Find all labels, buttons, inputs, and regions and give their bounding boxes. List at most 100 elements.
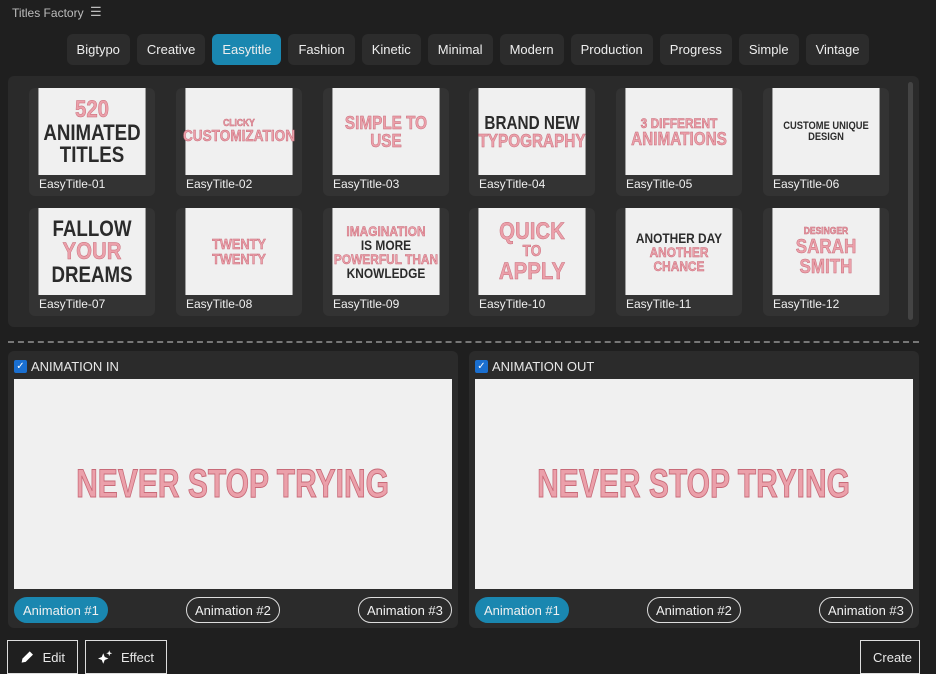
template-thumbnail: CLICKY CUSTOMIZATION xyxy=(182,88,296,175)
template-card[interactable]: ANOTHER DAY ANOTHER CHANCE EasyTitle-11 xyxy=(616,208,742,316)
panel-heading: ANIMATION OUT xyxy=(492,359,595,374)
create-label: Create xyxy=(873,649,913,665)
animation-preview: NEVER STOP TRYING xyxy=(14,379,452,589)
animation-button-1[interactable]: Animation #1 xyxy=(14,597,108,623)
edit-label: Edit xyxy=(42,649,65,665)
template-card[interactable]: DESINGER SARAH SMITH EasyTitle-12 xyxy=(763,208,889,316)
panel-header: ✓ ANIMATION OUT xyxy=(475,359,594,374)
thumbnail-text: KNOWLEDGE xyxy=(346,264,426,281)
thumbnail-text: ANIMATED xyxy=(43,119,141,145)
tab-vintage[interactable]: Vintage xyxy=(805,34,870,65)
thumbnail-text: YOUR xyxy=(62,237,122,265)
sparkle-icon xyxy=(98,650,113,664)
template-thumbnail: TWENTY TWENTY xyxy=(185,208,293,295)
thumbnail-text: QUICK xyxy=(499,217,565,245)
divider xyxy=(8,341,919,343)
template-thumbnail: DESINGER SARAH SMITH xyxy=(772,208,880,295)
thumbnail-text: IS MORE xyxy=(360,236,412,253)
template-card[interactable]: FALLOW YOUR DREAMS EasyTitle-07 xyxy=(29,208,155,316)
thumbnail-text: ANIMATIONS xyxy=(631,128,727,149)
animation-button-3[interactable]: Animation #3 xyxy=(358,597,452,623)
template-label: EasyTitle-05 xyxy=(626,177,693,191)
template-label: EasyTitle-07 xyxy=(39,297,106,311)
tab-progress[interactable]: Progress xyxy=(659,34,732,65)
template-card[interactable]: IMAGINATION IS MORE POWERFUL THAN KNOWLEDGE… xyxy=(323,208,449,316)
thumbnail-text: TYPOGRAPHY xyxy=(478,130,586,151)
template-card[interactable]: QUICK TO APPLY EasyTitle-10 xyxy=(469,208,595,316)
tab-kinetic[interactable]: Kinetic xyxy=(361,34,421,65)
animation-button-1[interactable]: Animation #1 xyxy=(475,597,569,623)
template-card[interactable]: CUSTOME UNIQUE DESIGN EasyTitle-06 xyxy=(763,88,889,196)
animation-preview: NEVER STOP TRYING xyxy=(475,379,913,589)
tab-creative[interactable]: Creative xyxy=(136,34,206,65)
thumbnail-text: 520 xyxy=(74,95,110,123)
template-thumbnail: 520 ANIMATED TITLES xyxy=(38,88,146,175)
template-label: EasyTitle-08 xyxy=(186,297,253,311)
panel-heading: ANIMATION IN xyxy=(31,359,119,374)
template-thumbnail: ANOTHER DAY ANOTHER CHANCE xyxy=(625,208,733,295)
thumbnail-text: BRAND NEW xyxy=(484,112,580,133)
template-label: EasyTitle-09 xyxy=(333,297,400,311)
preview-text: NEVER STOP TRYING xyxy=(537,461,851,506)
thumbnail-text: IMAGINATION xyxy=(346,222,426,239)
tab-fashion[interactable]: Fashion xyxy=(288,34,355,65)
animation-button-3[interactable]: Animation #3 xyxy=(819,597,913,623)
template-thumbnail: 3 DIFFERENT ANIMATIONS xyxy=(625,88,733,175)
template-card[interactable]: BRAND NEW TYPOGRAPHY EasyTitle-04 xyxy=(469,88,595,196)
thumbnail-text: POWERFUL THAN xyxy=(333,250,439,267)
animation-button-2[interactable]: Animation #2 xyxy=(647,597,741,623)
hamburger-menu-icon[interactable]: ☰ xyxy=(90,4,102,20)
template-label: EasyTitle-11 xyxy=(626,297,692,311)
template-card[interactable]: SIMPLE TO USE EasyTitle-03 xyxy=(323,88,449,196)
thumbnail-text: SARAH SMITH xyxy=(795,235,857,278)
template-label: EasyTitle-04 xyxy=(479,177,546,191)
tab-bigtypo[interactable]: Bigtypo xyxy=(66,34,130,65)
thumbnail-text: APPLY xyxy=(498,257,566,285)
template-grid: 520 ANIMATED TITLES EasyTitle-01 CLICKY CUSTO… xyxy=(8,76,919,327)
template-thumbnail: IMAGINATION IS MORE POWERFUL THAN KNOWLEDGE xyxy=(332,208,440,295)
template-label: EasyTitle-06 xyxy=(773,177,840,191)
checkbox[interactable]: ✓ xyxy=(475,360,488,373)
thumbnail-text: DREAMS xyxy=(51,261,133,287)
edit-button[interactable]: Edit xyxy=(7,640,78,674)
tab-production[interactable]: Production xyxy=(570,34,653,65)
grid-scrollbar[interactable] xyxy=(908,82,913,320)
template-card[interactable]: TWENTY TWENTY EasyTitle-08 xyxy=(176,208,302,316)
thumbnail-text: ANOTHER CHANCE xyxy=(649,243,709,274)
category-tabs: Bigtypo Creative Easytitle Fashion Kinetic Mi… xyxy=(0,34,936,65)
template-card[interactable]: 3 DIFFERENT ANIMATIONS EasyTitle-05 xyxy=(616,88,742,196)
create-button[interactable]: Create xyxy=(860,640,920,674)
tab-minimal[interactable]: Minimal xyxy=(427,34,493,65)
checkbox[interactable]: ✓ xyxy=(14,360,27,373)
effect-button[interactable]: Effect xyxy=(85,640,167,674)
template-label: EasyTitle-02 xyxy=(186,177,253,191)
thumbnail-text: DESINGER xyxy=(803,225,849,237)
thumbnail-text: TITLES xyxy=(59,141,125,167)
template-thumbnail: SIMPLE TO USE xyxy=(332,88,440,175)
tab-modern[interactable]: Modern xyxy=(499,34,564,65)
pencil-icon xyxy=(21,651,33,663)
panel-header: ✓ ANIMATION IN xyxy=(14,359,119,374)
template-label: EasyTitle-01 xyxy=(39,177,106,191)
thumbnail-text: TWENTY TWENTY xyxy=(212,235,266,268)
thumbnail-text: FALLOW xyxy=(52,215,132,241)
template-thumbnail: FALLOW YOUR DREAMS xyxy=(38,208,146,295)
app-title: Titles Factory xyxy=(12,6,84,20)
tab-simple[interactable]: Simple xyxy=(738,34,799,65)
thumbnail-text: ANOTHER DAY xyxy=(635,229,723,246)
thumbnail-text: CUSTOMIZATION xyxy=(182,127,296,145)
template-card[interactable]: 520 ANIMATED TITLES EasyTitle-01 xyxy=(29,88,155,196)
thumbnail-text: 3 DIFFERENT xyxy=(640,114,718,131)
template-thumbnail: QUICK TO APPLY xyxy=(478,208,586,295)
tab-easytitle[interactable]: Easytitle xyxy=(212,34,282,65)
template-label: EasyTitle-03 xyxy=(333,177,400,191)
thumbnail-text: CUSTOME UNIQUE DESIGN xyxy=(783,119,869,143)
animation-button-2[interactable]: Animation #2 xyxy=(186,597,280,623)
template-card[interactable]: CLICKY CUSTOMIZATION EasyTitle-02 xyxy=(176,88,302,196)
template-thumbnail: BRAND NEW TYPOGRAPHY xyxy=(478,88,586,175)
effect-label: Effect xyxy=(120,649,154,665)
thumbnail-text: SIMPLE TO USE xyxy=(344,112,428,151)
animation-out-panel: ✓ ANIMATION OUT NEVER STOP TRYING Animatio… xyxy=(469,351,919,628)
template-label: EasyTitle-10 xyxy=(479,297,546,311)
thumbnail-text: CLICKY xyxy=(223,117,255,129)
